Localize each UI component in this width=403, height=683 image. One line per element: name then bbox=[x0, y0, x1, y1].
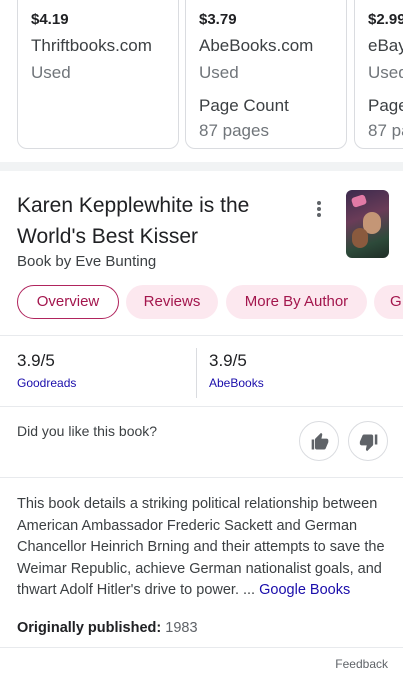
rating-score-abebooks: 3.9/5 bbox=[209, 351, 247, 370]
offer-price: $3.79 bbox=[199, 11, 237, 28]
like-question: Did you like this book? bbox=[17, 423, 158, 439]
panel-tabs: Overview Reviews More By Author G bbox=[17, 285, 403, 319]
divider bbox=[0, 335, 403, 336]
book-subtitle: Book by Eve Bunting bbox=[17, 253, 157, 270]
thumbs-down-button[interactable] bbox=[348, 421, 388, 461]
tab-overview[interactable]: Overview bbox=[17, 285, 119, 319]
thumbs-up-icon bbox=[311, 432, 329, 450]
book-title: Karen Kepplewhite is the World's Best Ki… bbox=[17, 194, 250, 248]
section-divider bbox=[0, 162, 403, 171]
tab-next[interactable]: G bbox=[374, 285, 403, 319]
offer-seller: Thriftbooks.com bbox=[31, 36, 152, 55]
divider bbox=[0, 406, 403, 407]
offer-condition: Used bbox=[199, 63, 239, 82]
thumbs-up-button[interactable] bbox=[299, 421, 339, 461]
offer-card-thriftbooks[interactable]: $4.19 Thriftbooks.com Used bbox=[17, 0, 179, 149]
offers-carousel: $4.19 Thriftbooks.com Used $3.79 AbeBook… bbox=[0, 0, 403, 162]
divider bbox=[0, 647, 403, 648]
offer-card-abebooks[interactable]: $3.79 AbeBooks.com Used Page Count 87 pa… bbox=[185, 0, 347, 149]
published-label: Originally published: bbox=[17, 620, 162, 636]
offer-price: $4.19 bbox=[31, 11, 69, 28]
offer-seller: eBay bbox=[368, 36, 403, 55]
page-count-label: Page Count bbox=[199, 96, 289, 115]
originally-published: Originally published: 1983 bbox=[17, 620, 198, 636]
page-count-label: Page Count bbox=[368, 96, 403, 115]
page-count-value: 87 pages bbox=[199, 121, 269, 140]
offer-condition: Used bbox=[31, 63, 71, 82]
feedback-link[interactable]: Feedback bbox=[335, 657, 388, 671]
book-cover-image[interactable] bbox=[346, 190, 389, 258]
book-description: This book details a striking political r… bbox=[17, 494, 393, 602]
offer-condition: Used bbox=[368, 63, 403, 82]
description-source-link[interactable]: Google Books bbox=[259, 582, 350, 598]
tab-more-by-author[interactable]: More By Author bbox=[226, 285, 367, 319]
rating-source-abebooks[interactable]: AbeBooks bbox=[209, 376, 264, 390]
tab-reviews[interactable]: Reviews bbox=[126, 285, 218, 319]
page-count-value: 87 pages bbox=[368, 121, 403, 140]
offer-card-ebay[interactable]: $2.99 eBay Used Page Count 87 pages bbox=[354, 0, 403, 149]
more-options-icon[interactable] bbox=[309, 199, 329, 221]
offer-price: $2.99 bbox=[368, 11, 403, 28]
thumbs-down-icon bbox=[359, 434, 378, 452]
divider bbox=[0, 477, 403, 478]
ratings-divider bbox=[196, 348, 197, 398]
offer-seller: AbeBooks.com bbox=[199, 36, 314, 55]
rating-score-goodreads: 3.9/5 bbox=[17, 351, 55, 370]
rating-source-goodreads[interactable]: Goodreads bbox=[17, 376, 76, 390]
published-value: 1983 bbox=[165, 620, 198, 636]
